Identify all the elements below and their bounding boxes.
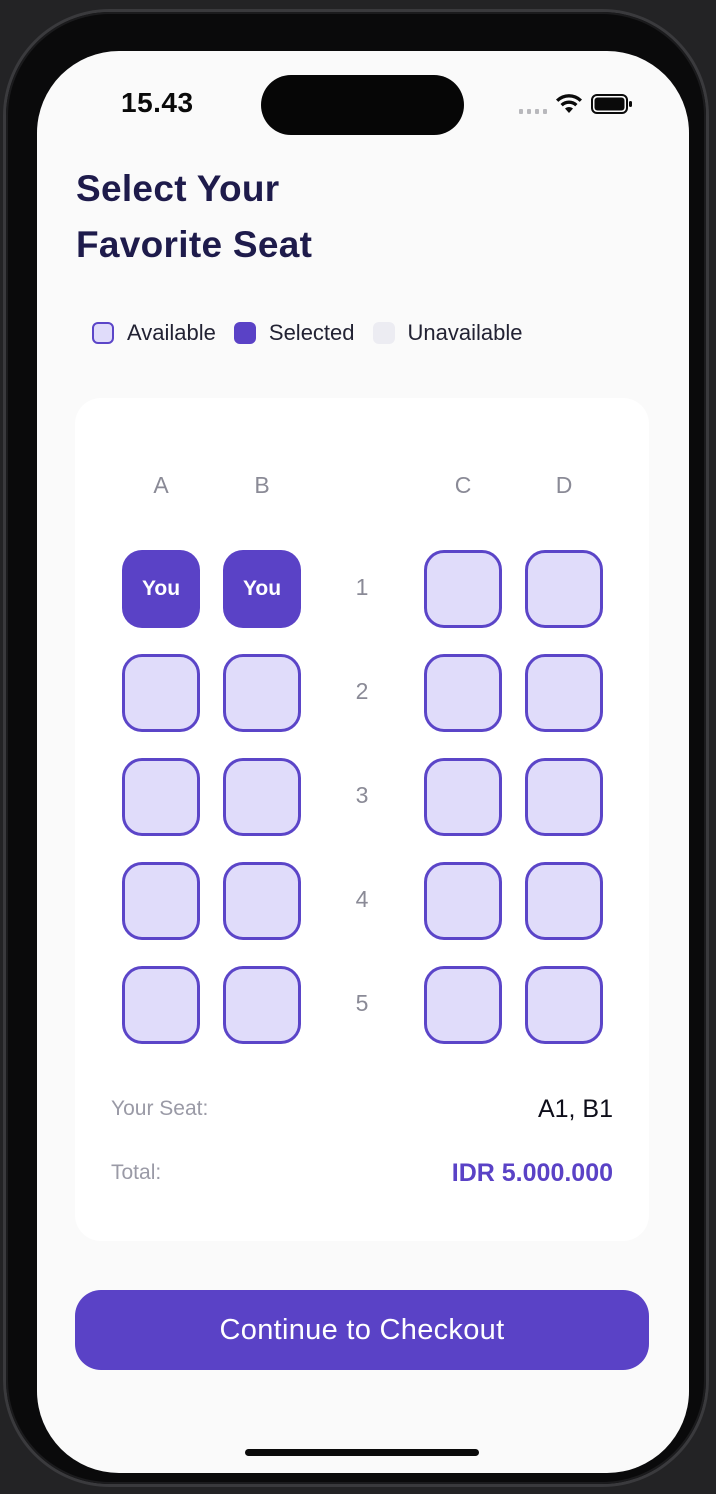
seat-a5[interactable] xyxy=(122,966,200,1044)
page-title-line-2: Favorite Seat xyxy=(76,224,313,265)
column-label-d: D xyxy=(555,472,573,498)
seat-a1[interactable]: You xyxy=(122,550,200,628)
your-seat-value: A1, B1 xyxy=(537,1095,613,1123)
seat-b2[interactable] xyxy=(223,654,301,732)
seat-b5[interactable] xyxy=(223,966,301,1044)
legend-selected-swatch xyxy=(233,322,256,344)
seat-d2[interactable] xyxy=(525,654,603,732)
legend-available: Available xyxy=(92,320,216,346)
seat-card: A B C D 1 You You 2 3 4 5 Your Seat: A1, B1 To… xyxy=(75,398,649,1241)
seat-b4[interactable] xyxy=(223,862,301,940)
seat-d4[interactable] xyxy=(525,862,603,940)
home-indicator xyxy=(245,1449,479,1456)
legend-unavailable-label: Unavailable xyxy=(407,320,523,345)
seat-b3[interactable] xyxy=(223,758,301,836)
seat-d3[interactable] xyxy=(525,758,603,836)
legend-selected-label: Selected xyxy=(268,320,355,345)
legend-unavailable: Unavailable xyxy=(372,320,523,346)
screen: 15.43 Select Your Favorite Seat Availabl… xyxy=(37,51,689,1473)
row-number-4: 4 xyxy=(355,886,369,912)
page-title-line-1: Select Your xyxy=(76,168,280,209)
row-number-1: 1 xyxy=(355,574,369,600)
seat-c3[interactable] xyxy=(424,758,502,836)
phone-frame: 15.43 Select Your Favorite Seat Availabl… xyxy=(6,12,706,1484)
legend-available-label: Available xyxy=(127,320,216,345)
legend-selected: Selected xyxy=(233,320,355,346)
seat-selected-label: You xyxy=(141,577,181,600)
dynamic-island xyxy=(261,75,464,135)
total-label: Total: xyxy=(111,1161,162,1184)
column-label-b: B xyxy=(254,472,270,498)
battery-icon xyxy=(591,94,633,114)
page-title: Select Your Favorite Seat xyxy=(76,161,476,273)
legend-unavailable-swatch xyxy=(372,322,395,344)
seat-c2[interactable] xyxy=(424,654,502,732)
seat-b1[interactable]: You xyxy=(223,550,301,628)
seat-a4[interactable] xyxy=(122,862,200,940)
seat-c1[interactable] xyxy=(424,550,502,628)
continue-to-checkout-button[interactable]: Continue to Checkout xyxy=(75,1290,649,1370)
seat-d5[interactable] xyxy=(525,966,603,1044)
seat-selected-label: You xyxy=(242,577,282,600)
total-value: IDR 5.000.000 xyxy=(451,1159,613,1187)
status-icons xyxy=(519,93,633,115)
your-seat-label: Your Seat: xyxy=(111,1097,209,1120)
seat-a2[interactable] xyxy=(122,654,200,732)
row-number-2: 2 xyxy=(355,678,369,704)
row-number-5: 5 xyxy=(355,990,369,1016)
column-label-c: C xyxy=(454,472,472,498)
seat-c4[interactable] xyxy=(424,862,502,940)
row-number-3: 3 xyxy=(355,782,369,808)
seat-a3[interactable] xyxy=(122,758,200,836)
seat-d1[interactable] xyxy=(525,550,603,628)
column-label-a: A xyxy=(153,472,169,498)
seat-c5[interactable] xyxy=(424,966,502,1044)
status-time: 15.43 xyxy=(121,87,194,118)
signal-icon xyxy=(519,94,547,114)
wifi-icon xyxy=(555,93,583,115)
seat-legend: Available Selected Unavailable xyxy=(92,320,540,346)
legend-available-swatch xyxy=(92,322,114,344)
